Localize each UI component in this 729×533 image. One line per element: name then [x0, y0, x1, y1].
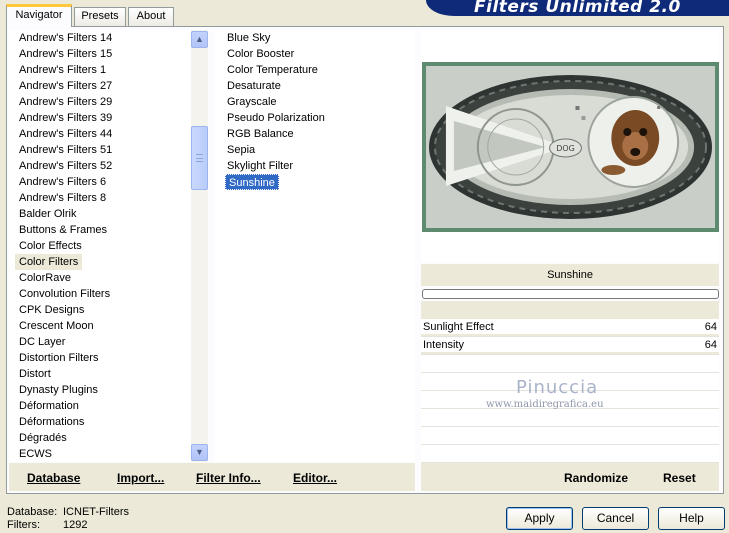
database-label: Database: [27, 471, 81, 485]
editor-button[interactable]: Editor...: [293, 471, 337, 485]
category-item[interactable]: DC Layer: [9, 334, 208, 350]
filter-info-label: Filter Info...: [196, 471, 261, 485]
category-item[interactable]: Andrew's Filters 8: [9, 190, 208, 206]
watermark-url: www.maidiregrafica.eu: [486, 399, 604, 410]
filter-item[interactable]: Skylight Filter: [215, 158, 415, 174]
category-item-selected[interactable]: Color Filters: [15, 254, 83, 270]
slider-intensity[interactable]: Intensity 64: [421, 337, 719, 355]
scroll-down-arrow-icon[interactable]: ▼: [191, 444, 208, 461]
category-item[interactable]: Andrew's Filters 52: [9, 158, 208, 174]
category-item[interactable]: ColorRave: [9, 270, 208, 286]
empty-slider-slot: [421, 427, 719, 445]
category-list[interactable]: Andrew's Filters 14 Andrew's Filters 15 An…: [9, 30, 208, 462]
filter-item[interactable]: RGB Balance: [215, 126, 415, 142]
help-button[interactable]: Help: [658, 507, 725, 530]
slider-value: 64: [704, 321, 717, 333]
category-item[interactable]: Andrew's Filters 39: [9, 110, 208, 126]
category-item[interactable]: Buttons & Frames: [9, 222, 208, 238]
filter-item[interactable]: Blue Sky: [215, 30, 415, 46]
category-item[interactable]: Dynasty Plugins: [9, 382, 208, 398]
category-item[interactable]: Balder Olrik: [9, 206, 208, 222]
filter-item[interactable]: Pseudo Polarization: [215, 110, 415, 126]
filters-count-label: Filters:: [7, 519, 40, 531]
app-title: Filters Unlimited 2.0: [474, 0, 681, 16]
category-item[interactable]: Andrew's Filters 15: [9, 46, 208, 62]
slider-value: 64: [704, 339, 717, 351]
category-item[interactable]: Andrew's Filters 27: [9, 78, 208, 94]
category-item[interactable]: Déformations: [9, 414, 208, 430]
reset-button[interactable]: Reset: [663, 471, 696, 485]
slider-sunlight-effect[interactable]: Sunlight Effect 64: [421, 319, 719, 337]
category-item[interactable]: Dégradés: [9, 430, 208, 446]
filter-info-button[interactable]: Filter Info...: [196, 471, 261, 485]
category-item[interactable]: Andrew's Filters 14: [9, 30, 208, 46]
preview-area: DOG: [421, 30, 719, 262]
database-status-label: Database:: [7, 506, 58, 518]
category-item[interactable]: Andrew's Filters 6: [9, 174, 208, 190]
filter-item-selected[interactable]: Sunshine: [225, 174, 279, 190]
filter-item[interactable]: Color Temperature: [215, 62, 415, 78]
apply-button[interactable]: Apply: [506, 507, 573, 530]
empty-slider-slot: [421, 445, 719, 463]
scroll-thumb[interactable]: [191, 126, 208, 190]
tab-presets[interactable]: Presets: [74, 7, 126, 26]
filter-item[interactable]: Color Booster: [215, 46, 415, 62]
dog-label: DOG: [556, 144, 575, 153]
category-item[interactable]: Andrew's Filters 29: [9, 94, 208, 110]
filter-list[interactable]: Blue Sky Color Booster Color Temperature De…: [215, 30, 415, 462]
preset-actions-bar: Randomize Reset: [421, 463, 719, 491]
category-item[interactable]: Distort: [9, 366, 208, 382]
status-info: Database: ICNET-Filters Filters: 1292: [7, 506, 129, 532]
app-title-banner: Filters Unlimited 2.0: [426, 0, 729, 16]
preview-image: DOG: [422, 62, 719, 232]
category-item[interactable]: Andrew's Filters 1: [9, 62, 208, 78]
import-label: Import...: [117, 471, 165, 485]
grip-icon: [196, 154, 203, 162]
cancel-button[interactable]: Cancel: [582, 507, 649, 530]
list-actions-bar: Database Import... Filter Info... Editor…: [9, 463, 415, 491]
category-item[interactable]: Andrew's Filters 44: [9, 126, 208, 142]
category-item[interactable]: Déformation: [9, 398, 208, 414]
category-item[interactable]: Distortion Filters: [9, 350, 208, 366]
category-item[interactable]: CPK Designs: [9, 302, 208, 318]
tab-navigator[interactable]: Navigator: [6, 4, 72, 27]
category-item[interactable]: Color Effects: [9, 238, 208, 254]
slider-track[interactable]: [421, 334, 719, 336]
empty-slider-slot: [421, 409, 719, 427]
empty-slider-slot: [421, 355, 719, 373]
filter-item[interactable]: Sepia: [215, 142, 415, 158]
category-item[interactable]: ECWS: [9, 446, 208, 462]
category-item[interactable]: Andrew's Filters 51: [9, 142, 208, 158]
slider-label: Sunlight Effect: [423, 321, 494, 333]
control-spacer: [421, 301, 719, 319]
slider-track[interactable]: [421, 352, 719, 354]
filter-item[interactable]: Grayscale: [215, 94, 415, 110]
editor-label: Editor...: [293, 471, 338, 485]
scroll-up-arrow-icon[interactable]: ▲: [191, 31, 208, 48]
import-button[interactable]: Import...: [117, 471, 164, 485]
category-item[interactable]: Convolution Filters: [9, 286, 208, 302]
filters-count-value: 1292: [63, 519, 88, 531]
watermark-name: Pinuccia: [516, 377, 599, 398]
progress-bar: [422, 289, 719, 299]
filter-item[interactable]: Desaturate: [215, 78, 415, 94]
preview-artwork: DOG: [426, 66, 715, 228]
database-button[interactable]: Database: [27, 471, 80, 485]
category-scrollbar[interactable]: ▲ ▼: [191, 30, 208, 462]
slider-label: Intensity: [423, 339, 464, 351]
filter-name-label: Sunshine: [421, 264, 719, 286]
database-status-value: ICNET-Filters: [63, 506, 129, 518]
category-item[interactable]: Crescent Moon: [9, 318, 208, 334]
tab-about[interactable]: About: [128, 7, 174, 26]
randomize-button[interactable]: Randomize: [564, 471, 628, 485]
